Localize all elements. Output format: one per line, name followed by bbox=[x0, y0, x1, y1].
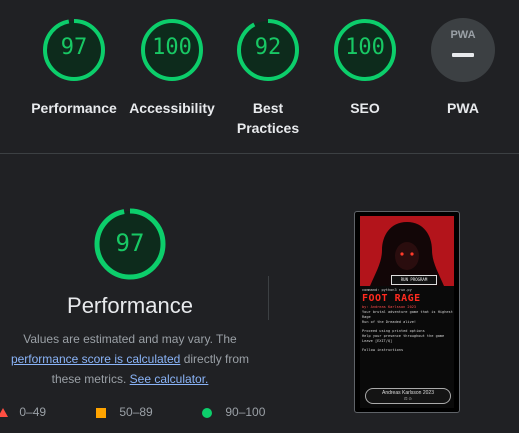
performance-detail-score: 97 bbox=[115, 229, 145, 257]
score-calculated-link[interactable]: performance score is calculated bbox=[11, 352, 180, 366]
section-divider bbox=[0, 153, 519, 154]
description-line3: these metrics. See calculator. bbox=[0, 369, 260, 389]
pwa-label: PWA bbox=[447, 100, 479, 116]
accessibility-label: Accessibility bbox=[129, 100, 215, 116]
best-practices-label-line1: Best bbox=[252, 100, 284, 116]
pwa-gauge[interactable]: PWA PWA bbox=[415, 18, 511, 118]
performance-description: Values are estimated and may vary. The p… bbox=[0, 329, 260, 389]
description-mid: directly from bbox=[183, 352, 250, 366]
see-calculator-link[interactable]: See calculator. bbox=[130, 372, 209, 386]
pwa-badge: PWA bbox=[431, 18, 495, 82]
term-game-title: FOOT RAGE bbox=[362, 293, 421, 304]
legend-fail: 0–49 bbox=[0, 405, 46, 419]
legend-fail-range: 0–49 bbox=[19, 405, 47, 419]
best-practices-gauge[interactable]: 92 Best Practices bbox=[220, 18, 316, 138]
description-line2: performance score is calculated directly… bbox=[0, 349, 260, 369]
seo-gauge[interactable]: 100 SEO bbox=[317, 18, 413, 118]
accessibility-gauge[interactable]: 100 Accessibility bbox=[124, 18, 220, 118]
vertical-separator bbox=[268, 276, 269, 320]
thumbnail-hero-image: RUN PROGRAM bbox=[360, 216, 454, 286]
fail-triangle-icon bbox=[0, 408, 8, 418]
description-line1: Values are estimated and may vary. The bbox=[23, 332, 237, 346]
seo-score: 100 bbox=[345, 35, 385, 60]
best-practices-label-line2: Practices bbox=[236, 120, 300, 136]
pwa-dash-icon bbox=[452, 53, 474, 57]
score-legend: 0–49 50–89 90–100 bbox=[0, 405, 519, 425]
average-square-icon bbox=[96, 407, 106, 418]
best-practices-label: Best Practices bbox=[220, 98, 316, 138]
legend-average: 50–89 bbox=[96, 405, 153, 419]
pwa-badge-text: PWA bbox=[450, 29, 476, 41]
legend-pass: 90–100 bbox=[202, 405, 265, 419]
performance-label: Performance bbox=[31, 100, 117, 116]
thumbnail-footer: Andreas Karlsson 2023 ⊡ ⊙ bbox=[365, 388, 451, 404]
thumbnail-terminal: command: python3 run.py FOOT RAGE by: An… bbox=[362, 288, 454, 353]
performance-score: 97 bbox=[60, 35, 88, 60]
legend-pass-range: 90–100 bbox=[225, 405, 266, 419]
performance-detail-title: Performance bbox=[67, 293, 193, 318]
pass-circle-icon bbox=[202, 407, 212, 418]
accessibility-score: 100 bbox=[152, 35, 192, 60]
category-scores: 97 Performance 100 Accessibility 92 Best… bbox=[0, 0, 519, 154]
description-tail: these metrics. bbox=[51, 372, 127, 386]
performance-gauge[interactable]: 97 Performance bbox=[26, 18, 122, 118]
best-practices-score: 92 bbox=[254, 35, 282, 60]
footer-icons: ⊡ ⊙ bbox=[404, 396, 412, 401]
seo-label: SEO bbox=[350, 100, 380, 116]
term-intro1: Your brutal adventure game that is Highe… bbox=[362, 310, 453, 319]
run-program-button: RUN PROGRAM bbox=[391, 275, 437, 285]
performance-detail-gauge: 97 bbox=[93, 207, 167, 281]
term-prompt: Follow instructions bbox=[362, 348, 404, 352]
final-screenshot-thumbnail[interactable]: RUN PROGRAM command: python3 run.py FOOT… bbox=[354, 211, 460, 413]
legend-average-range: 50–89 bbox=[119, 405, 153, 419]
thumbnail-page: RUN PROGRAM command: python3 run.py FOOT… bbox=[360, 216, 454, 408]
